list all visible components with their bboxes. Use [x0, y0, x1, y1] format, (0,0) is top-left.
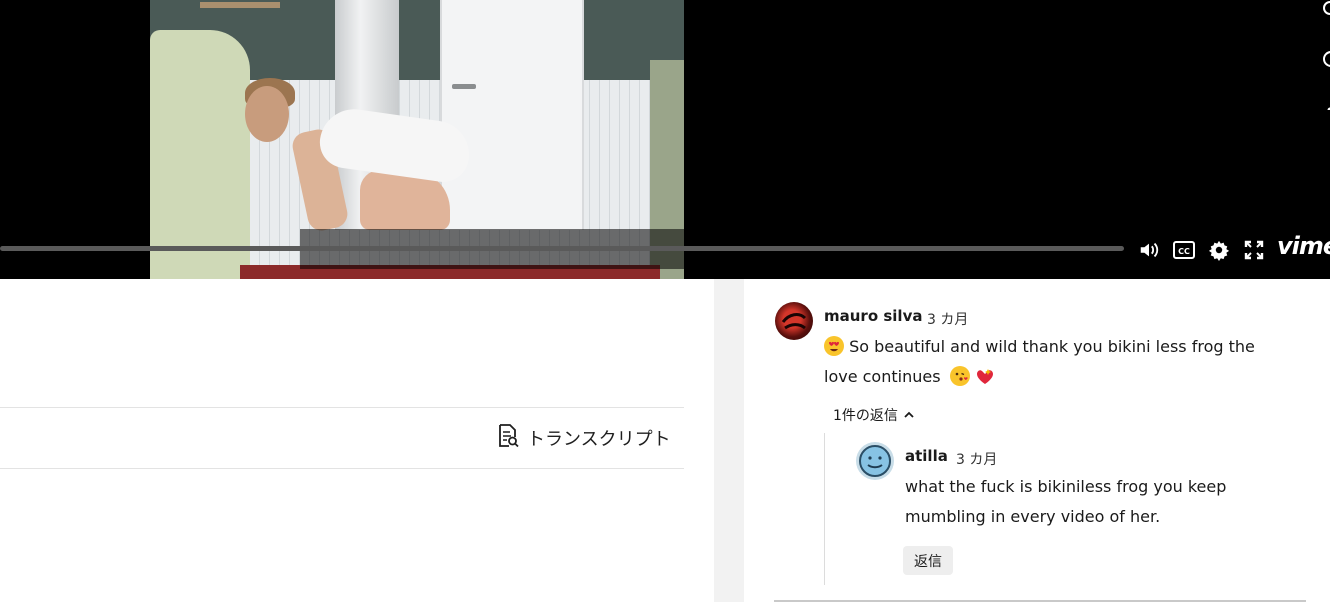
- comment-time: 3 カ月: [927, 312, 969, 328]
- vimeo-logo[interactable]: vimeo: [1277, 232, 1330, 260]
- edge-icon-middle[interactable]: [1322, 50, 1330, 68]
- gear-icon[interactable]: [1207, 238, 1231, 262]
- chevron-up-icon: [904, 407, 914, 423]
- transcript-button[interactable]: トランスクリプト: [497, 424, 671, 452]
- scene-cloth-left: [150, 30, 250, 279]
- heart-eyes-emoji: [824, 336, 844, 356]
- comment-text-line1: So beautiful and wild thank you bikini l…: [824, 332, 1255, 362]
- scene-door-handle: [452, 84, 476, 89]
- divider-bottom: [0, 468, 684, 469]
- volume-icon[interactable]: [1137, 238, 1161, 262]
- comment-text: So beautiful and wild thank you bikini l…: [849, 337, 1255, 356]
- reply-time: 3 カ月: [956, 452, 998, 468]
- comment-text-cont: love continues: [824, 367, 941, 386]
- replies-toggle[interactable]: 1件の返信: [833, 405, 914, 425]
- transcript-label: トランスクリプト: [527, 429, 671, 450]
- video-frame[interactable]: [150, 0, 684, 279]
- comments-panel: [744, 279, 1330, 602]
- panel-gutter: [714, 279, 744, 602]
- video-player[interactable]: CC vimeo: [0, 0, 1330, 279]
- scene-person-head: [245, 86, 289, 142]
- scene-shelf: [200, 2, 280, 8]
- progress-bar[interactable]: [0, 246, 1124, 251]
- edge-icon-lower[interactable]: [1322, 100, 1330, 110]
- reply-text-line1: what the fuck is bikiniless frog you kee…: [905, 477, 1227, 496]
- kiss-emoji: [949, 366, 970, 386]
- avatar[interactable]: [775, 302, 813, 340]
- svg-text:CC: CC: [1178, 247, 1190, 256]
- replies-toggle-label: 1件の返信: [833, 408, 898, 424]
- reply-avatar[interactable]: [856, 442, 894, 480]
- fullscreen-icon[interactable]: [1242, 238, 1266, 262]
- reply-button[interactable]: 返信: [903, 546, 953, 575]
- comment-author[interactable]: mauro silva: [824, 307, 922, 325]
- transcript-icon: [497, 424, 519, 452]
- captions-icon[interactable]: CC: [1172, 238, 1196, 262]
- divider-top: [0, 407, 684, 408]
- reply-thread-line: [824, 433, 825, 585]
- heart-sparkle-emoji: [975, 366, 995, 386]
- scene-door: [440, 0, 584, 230]
- comment-text-line2: love continues: [824, 362, 995, 392]
- reply-text-line2: mumbling in every video of her.: [905, 507, 1161, 526]
- edge-icon-top[interactable]: [1322, 0, 1330, 16]
- reply-author[interactable]: atilla: [905, 447, 948, 465]
